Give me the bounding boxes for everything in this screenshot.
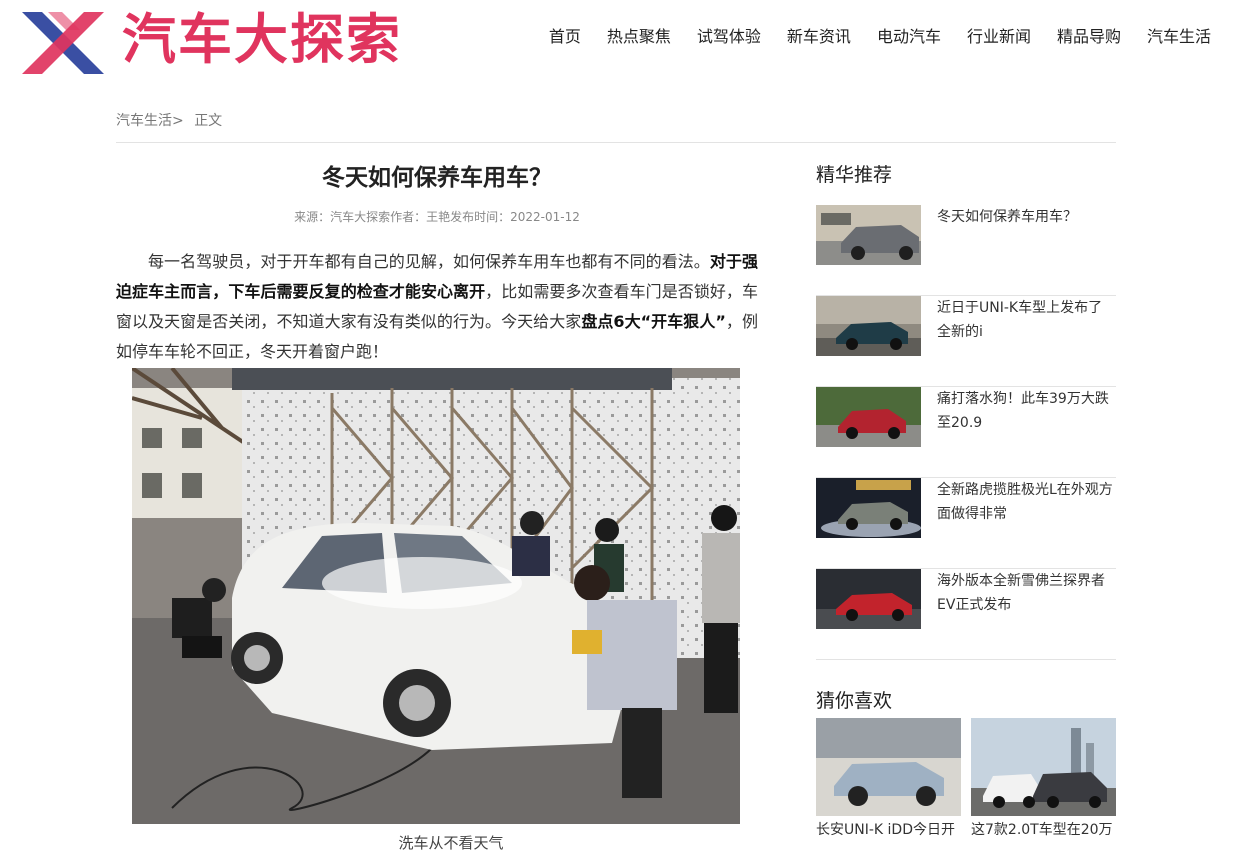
featured-item[interactable]: 痛打落水狗！此车39万大跌至20.9 [816, 387, 1116, 478]
nav-home[interactable]: 首页 [549, 26, 581, 48]
article-title: 冬天如何保养车用车？ [322, 165, 552, 191]
photo-caption: 洗车从不看天气 [398, 834, 504, 852]
guess-card-title[interactable]: 这7款2.0T车型在20万 [971, 820, 1116, 840]
featured-item[interactable]: 近日于UNI-K车型上发布了全新的i [816, 296, 1116, 387]
guess-you-like-grid: 长安UNI-K iDD今日开 这7款2.0T车型在20万 [816, 718, 1116, 848]
site-logo-text[interactable]: 汽车大探索 [122, 6, 402, 74]
featured-heading: 精华推荐 [816, 164, 893, 186]
featured-item-title[interactable]: 近日于UNI-K车型上发布了全新的i [937, 296, 1113, 386]
guess-card[interactable]: 这7款2.0T车型在20万 [971, 718, 1116, 840]
breadcrumb-current: 正文 [194, 113, 223, 129]
featured-item-title[interactable]: 冬天如何保养车用车？ [937, 205, 1113, 295]
featured-item-title[interactable]: 痛打落水狗！此车39万大跌至20.9 [937, 387, 1113, 477]
featured-thumbnail[interactable] [816, 296, 921, 356]
breadcrumb: 汽车生活> 正文 [116, 110, 228, 130]
featured-item-title[interactable]: 全新路虎揽胜极光L在外观方面做得非常 [937, 478, 1113, 568]
breadcrumb-divider [116, 142, 1116, 143]
site-header: 汽车大探索 首页 热点聚焦 试驾体验 新车资讯 电动汽车 行业新闻 精品导购 汽… [0, 0, 1235, 85]
guess-card[interactable]: 长安UNI-K iDD今日开 [816, 718, 961, 840]
article-paragraph: 每一名驾驶员，对于开车都有自己的见解，如何保养车用车也都有不同的看法。对于强迫症… [116, 252, 758, 361]
sidebar: 精华推荐 冬天如何保养车用车？ 近日于UNI-K车型上发布了全新的i 痛打落水狗… [816, 150, 1116, 838]
nav-test-drive[interactable]: 试驾体验 [697, 26, 761, 48]
breadcrumb-section-link[interactable]: 汽车生活> [116, 113, 184, 129]
featured-item-title[interactable]: 海外版本全新雪佛兰探界者EV正式发布 [937, 569, 1113, 659]
featured-list: 冬天如何保养车用车？ 近日于UNI-K车型上发布了全新的i 痛打落水狗！此车39… [816, 205, 1116, 660]
nav-electric-cars[interactable]: 电动汽车 [877, 26, 941, 48]
logo-x-icon[interactable] [22, 12, 104, 74]
featured-item[interactable]: 冬天如何保养车用车？ [816, 205, 1116, 296]
nav-car-life[interactable]: 汽车生活 [1147, 26, 1211, 48]
guess-you-like-heading: 猜你喜欢 [816, 690, 893, 712]
guess-thumbnail[interactable] [816, 718, 961, 816]
featured-thumbnail[interactable] [816, 205, 921, 265]
main-nav: 首页 热点聚焦 试驾体验 新车资讯 电动汽车 行业新闻 精品导购 汽车生活 [523, 26, 1211, 48]
featured-thumbnail[interactable] [816, 478, 921, 538]
nav-new-car-news[interactable]: 新车资讯 [787, 26, 851, 48]
article-photo-car-wash [132, 368, 740, 824]
nav-shopping-guide[interactable]: 精品导购 [1057, 26, 1121, 48]
featured-item[interactable]: 全新路虎揽胜极光L在外观方面做得非常 [816, 478, 1116, 569]
article: 冬天如何保养车用车？ 来源：汽车大探索作者：王艳发布时间：2022-01-12 … [116, 150, 758, 852]
featured-item[interactable]: 海外版本全新雪佛兰探界者EV正式发布 [816, 569, 1116, 660]
nav-hot-focus[interactable]: 热点聚焦 [607, 26, 671, 48]
featured-thumbnail[interactable] [816, 387, 921, 447]
article-meta: 来源：汽车大探索作者：王艳发布时间：2022-01-12 [294, 210, 580, 224]
guess-thumbnail[interactable] [971, 718, 1116, 816]
nav-industry-news[interactable]: 行业新闻 [967, 26, 1031, 48]
featured-thumbnail[interactable] [816, 569, 921, 629]
guess-card-title[interactable]: 长安UNI-K iDD今日开 [816, 820, 961, 840]
